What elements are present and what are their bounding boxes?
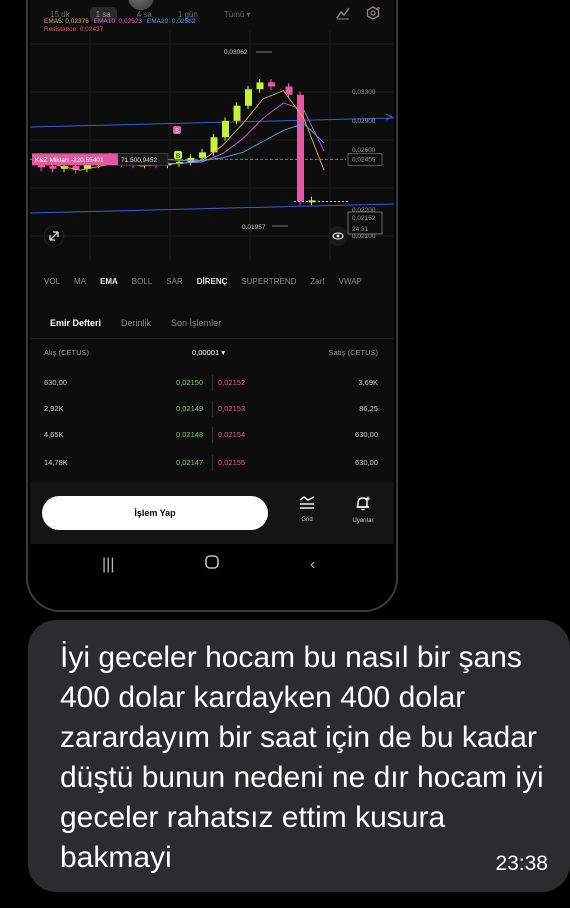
sell-qty: 3,69K (358, 378, 378, 387)
indicator-vwap[interactable]: VWAP (339, 277, 362, 286)
settings-icon[interactable] (366, 6, 380, 20)
y-tick-label: 0,02459 (352, 156, 376, 163)
grid-icon (299, 496, 315, 509)
trend-arrow (385, 113, 394, 121)
grid-button[interactable]: Grid (292, 496, 322, 523)
orderbook-row[interactable]: 630,00 0,02150 0,02152 3,69K (30, 375, 394, 392)
ema5-label: EMA5: 0,02376 (44, 18, 89, 25)
message-bubble: İyi geceler hocam bu nasıl bir şans 400 … (28, 620, 570, 892)
trade-button[interactable]: İşlem Yap (42, 496, 268, 530)
row-separator (212, 455, 213, 471)
candle-body (233, 105, 241, 121)
indicator-boll[interactable]: BOLL (132, 277, 152, 286)
buy-qty: 630,00 (44, 378, 67, 387)
indicator-supertrend[interactable]: SUPERTREND (241, 277, 296, 286)
candle-body (49, 166, 57, 169)
message-timestamp: 23:38 (495, 852, 548, 875)
orderbook-row[interactable]: 4,65K 0,02148 0,02154 630,00 (30, 427, 394, 444)
indicator-direnc[interactable]: DİRENÇ (197, 277, 228, 286)
sell-qty: 630,00 (355, 430, 378, 439)
grid-label: Grid (301, 517, 313, 523)
row-separator (212, 401, 213, 417)
buy-price: 0,02150 (176, 378, 204, 387)
sell-marker-label: S (175, 128, 180, 135)
y-tick-label: 0,02100 (352, 233, 376, 240)
orderbook-tabs: Emir Defteri Derinlik Son İşlemler (30, 314, 394, 332)
buy-price: 0,02149 (176, 404, 204, 413)
sell-price: 0,02154 (218, 430, 246, 439)
orderbook-header: Alış (CETUS) 0,00001 ▾ Satış (CETUS) (30, 348, 394, 362)
candle-body (245, 89, 252, 106)
indicator-zarf[interactable]: Zarf (310, 277, 324, 286)
back-icon[interactable]: ‹ (310, 556, 315, 574)
chart-type-icon[interactable] (336, 6, 350, 20)
ema-legend: EMA5: 0,02376 EMA10: 0,02523 EMA20: 0,02… (44, 18, 198, 25)
indicator-ema[interactable]: EMA (100, 277, 118, 286)
row-separator (212, 427, 213, 443)
message-text: İyi geceler hocam bu nasıl bir şans 400 … (60, 641, 544, 874)
buy-column-header: Alış (CETUS) (44, 348, 89, 357)
buy-marker-label: B (176, 153, 180, 160)
indicator-bar: VOL MA EMA BOLL SAR DİRENÇ SUPERTREND Za… (30, 272, 394, 290)
alerts-button[interactable]: Uyarılar (346, 496, 380, 524)
y-tick-label: 0,02900 (352, 118, 376, 125)
trading-app: 15 dk 1 sa 4 sa 1 gün Tümü ▾ EMA5: 0,023… (30, 0, 394, 590)
eye-pupil (336, 234, 340, 238)
tab-emir-defteri[interactable]: Emir Defteri (50, 318, 101, 328)
precision-select[interactable]: 0,00001 ▾ (192, 348, 225, 357)
tab-tumu[interactable]: Tümü ▾ (218, 7, 257, 22)
home-icon[interactable] (204, 554, 220, 575)
recents-icon[interactable]: ||| (102, 556, 114, 574)
kz-tag-label: K&Z Miktarı -220,55401 (35, 157, 104, 164)
buy-price: 0,02147 (176, 458, 204, 467)
screen: 15 dk 1 sa 4 sa 1 gün Tümü ▾ EMA5: 0,023… (0, 0, 570, 908)
trend-line (30, 117, 394, 128)
buy-qty: 4,65K (44, 430, 64, 439)
sell-column-header: Satış (CETUS) (328, 348, 378, 357)
bottom-action-bar: İşlem Yap Grid Uyarılar (30, 482, 394, 544)
buy-price: 0,02148 (176, 430, 204, 439)
orderbook-row[interactable]: 14,78K 0,02147 0,02155 630,00 (30, 455, 394, 472)
buy-qty: 14,78K (44, 458, 68, 467)
candle-body (222, 120, 229, 138)
indicator-ma[interactable]: MA (74, 277, 86, 286)
sell-qty: 86,25 (359, 404, 378, 413)
tab-derinlik[interactable]: Derinlik (121, 318, 151, 328)
tab-son-islemler[interactable]: Son İşlemler (171, 318, 221, 328)
kz-value: 71.500,9452 (121, 157, 158, 164)
sell-price: 0,02153 (218, 404, 246, 413)
candle-body (199, 152, 206, 158)
buy-qty: 2,92K (44, 404, 64, 413)
ema10-label: EMA10: 0,02523 (93, 18, 143, 25)
candle-body (268, 82, 275, 87)
candlestick-chart[interactable]: 0,03062 0,01957 S B K&Z Miktarı -220,55401 71… (30, 30, 394, 260)
y-tick-label: 0,03300 (352, 89, 376, 96)
y-tick-label: 0,02152 (352, 215, 376, 222)
ema20-label: EMA20: 0,02582 (146, 18, 196, 25)
divider (30, 338, 394, 339)
android-nav-bar: ||| ‹ (30, 544, 394, 590)
orderbook-row[interactable]: 2,92K 0,02149 0,02153 86,25 (30, 401, 394, 418)
sell-price: 0,02155 (218, 458, 246, 467)
indicator-sar[interactable]: SAR (166, 277, 182, 286)
bell-icon (356, 496, 370, 511)
indicator-vol[interactable]: VOL (44, 277, 60, 286)
high-label: 0,03062 (224, 49, 248, 56)
candle-body (256, 82, 264, 90)
sell-price: 0,02152 (218, 378, 246, 387)
candle-body (285, 86, 293, 95)
y-tick-label: 24:31 (352, 226, 369, 233)
trend-line (30, 203, 394, 214)
low-label: 0,01957 (242, 224, 266, 231)
sell-qty: 630,00 (355, 458, 378, 467)
phone-screenshot: 15 dk 1 sa 4 sa 1 gün Tümü ▾ EMA5: 0,023… (26, 0, 398, 612)
y-tick-label: 0,02600 (352, 147, 376, 154)
row-separator (212, 375, 213, 391)
alerts-label: Uyarılar (352, 518, 374, 524)
